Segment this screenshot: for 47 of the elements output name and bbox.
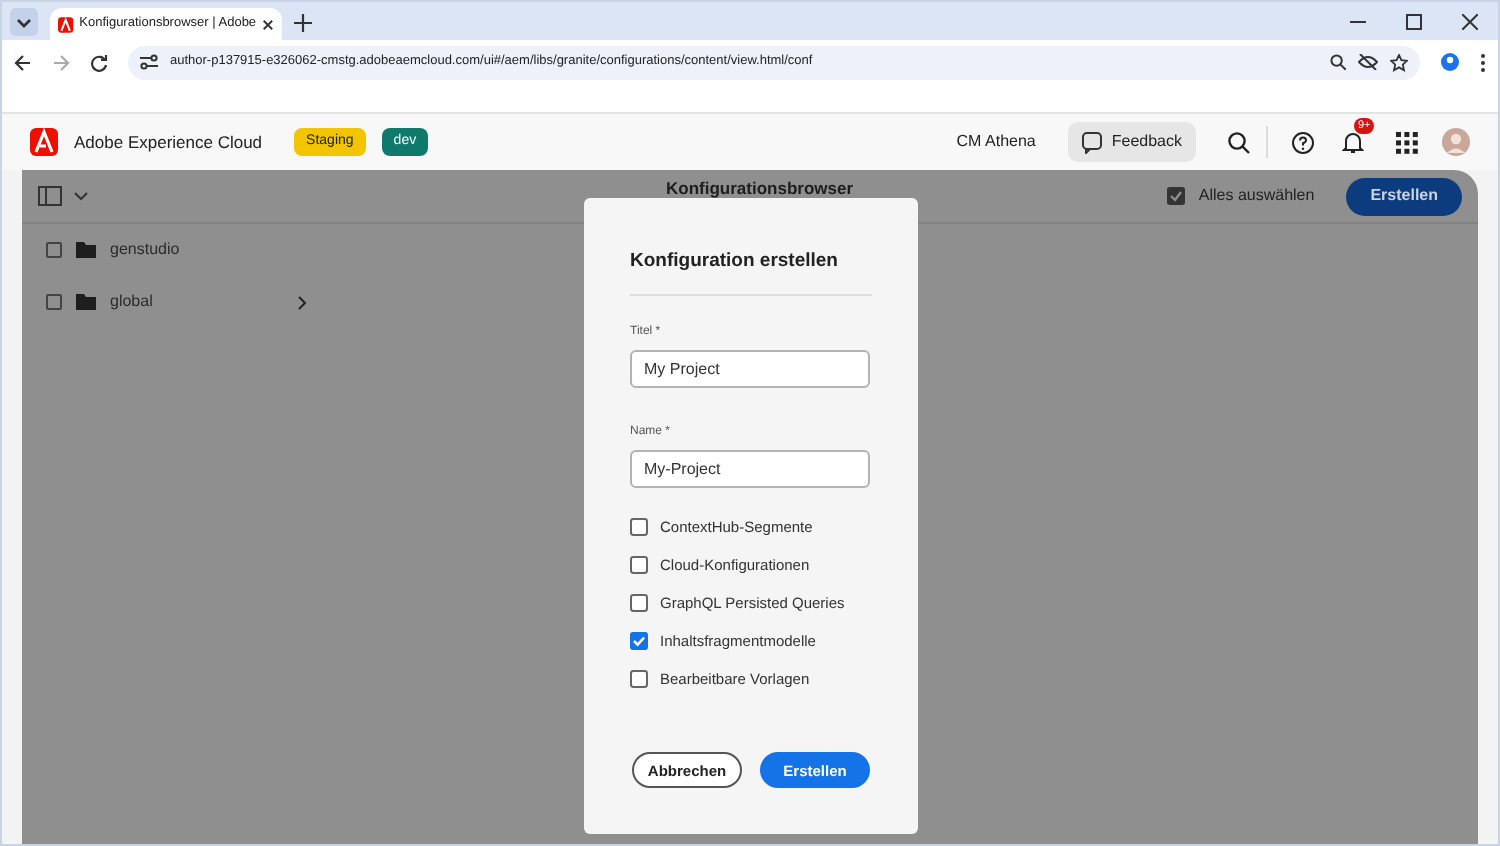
- maximize-icon[interactable]: [1406, 14, 1422, 30]
- adobe-logo-icon: [30, 128, 58, 156]
- help-icon[interactable]: [1292, 131, 1314, 153]
- folder-name: global: [110, 290, 155, 314]
- checkbox[interactable]: [46, 294, 62, 310]
- checkbox[interactable]: [630, 632, 648, 651]
- chat-icon: [1081, 131, 1104, 153]
- text-field[interactable]: My-Project: [630, 450, 870, 489]
- eye-slash-icon[interactable]: [1358, 54, 1378, 70]
- product-name: Adobe Experience Cloud: [74, 129, 263, 155]
- folder-name: genstudio: [110, 238, 182, 262]
- search-icon[interactable]: [1228, 131, 1250, 153]
- app-logo-icon: [58, 15, 74, 33]
- checkbox[interactable]: [630, 670, 648, 689]
- feedback-button[interactable]: Feedback: [1067, 122, 1196, 162]
- folder-row[interactable]: genstudio: [22, 224, 332, 276]
- star-icon[interactable]: [1390, 53, 1408, 71]
- forward-icon: [52, 53, 70, 71]
- folder-row[interactable]: global: [22, 276, 332, 328]
- create-button[interactable]: Erstellen: [1346, 177, 1462, 215]
- page-title: Konfigurationsbrowser: [666, 176, 854, 202]
- dialog-title: Konfiguration erstellen: [630, 248, 872, 297]
- organization-name[interactable]: CM Athena: [956, 130, 1036, 154]
- folder-icon: [76, 242, 96, 258]
- tab-list-icon[interactable]: [10, 8, 38, 36]
- select-all-link[interactable]: Alles auswählen: [1198, 184, 1315, 208]
- checkbox[interactable]: [630, 556, 648, 575]
- reload-icon[interactable]: [90, 53, 108, 71]
- chevron-right-icon[interactable]: [298, 295, 308, 309]
- checkbox[interactable]: [630, 518, 648, 537]
- more-icon[interactable]: [1480, 53, 1486, 71]
- zoom-icon[interactable]: [1330, 54, 1346, 70]
- site-settings-icon[interactable]: [140, 54, 158, 70]
- app-grid-icon[interactable]: [1396, 131, 1418, 153]
- panel-toggle-icon[interactable]: [38, 186, 62, 206]
- close-icon[interactable]: [1462, 14, 1478, 30]
- checkbox[interactable]: [46, 242, 62, 258]
- new-tab-icon[interactable]: [294, 14, 312, 32]
- bell-icon[interactable]: [1342, 130, 1364, 154]
- profile-icon[interactable]: [1440, 52, 1460, 72]
- back-icon[interactable]: [14, 53, 32, 71]
- folder-icon: [76, 294, 96, 310]
- close-icon[interactable]: [262, 17, 274, 31]
- text-field[interactable]: My Project: [630, 350, 870, 389]
- checkbox[interactable]: [630, 594, 648, 613]
- chevron-down-icon[interactable]: [74, 191, 88, 201]
- select-all-icon[interactable]: [1166, 186, 1187, 206]
